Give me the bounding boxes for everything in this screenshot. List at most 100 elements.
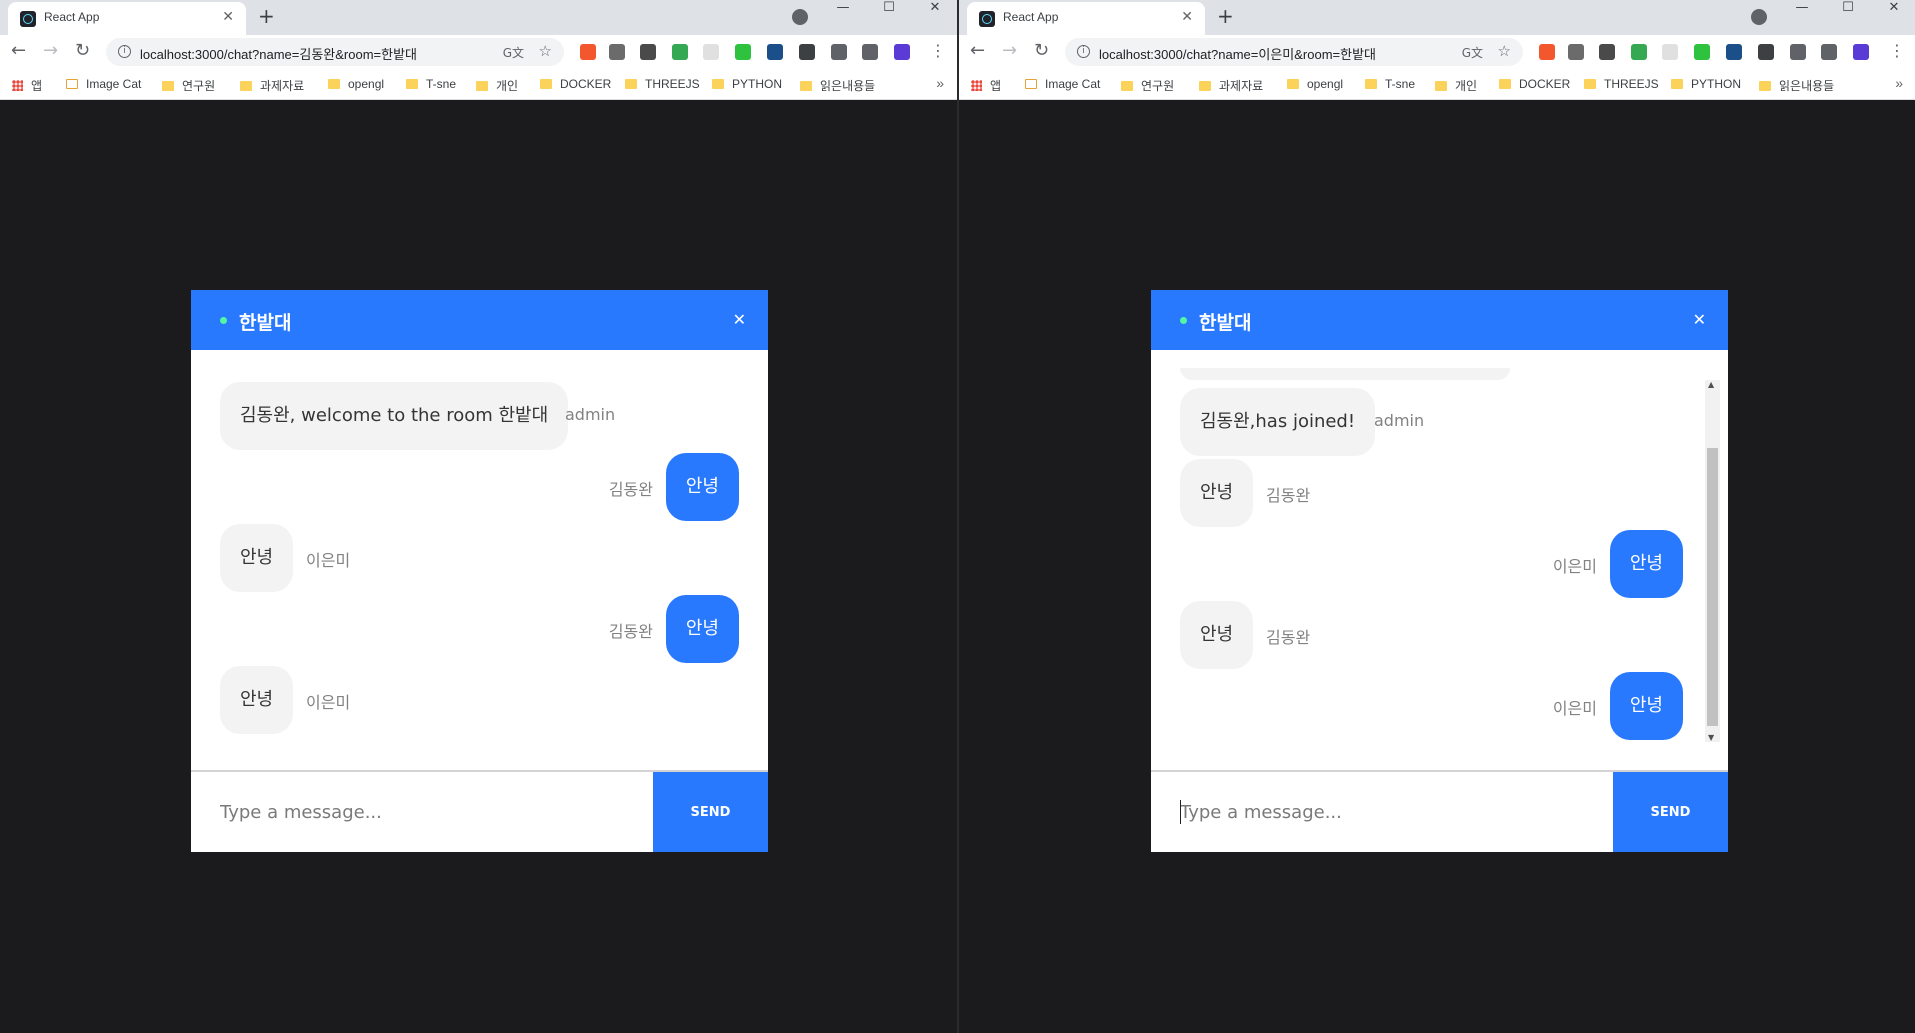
info-icon[interactable]: i [118,45,131,58]
menu-icon[interactable]: ⋮ [930,41,946,60]
info-icon[interactable]: i [1077,45,1090,58]
bookmark-folder[interactable]: 개인 [476,77,518,94]
more-bookmarks-icon[interactable]: » [1895,75,1903,91]
bookmark-folder[interactable]: 과제자료 [1199,77,1263,94]
forward-icon[interactable]: → [1002,40,1017,61]
extension-icon[interactable] [1539,44,1555,60]
bookmark-item[interactable]: Image Cat [66,77,141,91]
address-bar[interactable]: i localhost:3000/chat?name=이은미&room=한밭대 … [1065,38,1523,66]
folder-icon [406,79,418,89]
bookmark-folder[interactable]: PYTHON [1671,77,1741,91]
reload-icon[interactable]: ↻ [75,40,90,61]
bookmark-apps[interactable]: 앱 [12,77,42,94]
reading-list-icon[interactable] [1821,44,1837,60]
back-icon[interactable]: ← [970,40,985,61]
extension-icon[interactable] [672,44,688,60]
extension-icon[interactable] [580,44,596,60]
close-chat-icon[interactable]: ✕ [1693,310,1706,329]
bookmark-folder[interactable]: 과제자료 [240,77,304,94]
scroll-down-icon[interactable]: ▼ [1708,733,1714,742]
extension-icon[interactable] [1853,44,1869,60]
extension-icon[interactable] [1662,44,1678,60]
maximize-icon[interactable]: ☐ [1825,0,1871,30]
bookmark-star-icon[interactable]: ☆ [1498,42,1511,60]
maximize-icon[interactable]: ☐ [866,0,912,30]
new-tab-icon[interactable]: + [1217,4,1234,28]
address-bar[interactable]: i localhost:3000/chat?name=김동완&room=한밭대 … [106,38,564,66]
extension-icon[interactable] [1568,44,1584,60]
message-bubble: 안녕 [665,453,739,521]
bookmark-folder[interactable]: T-sne [1365,77,1415,91]
message-scrollbar[interactable]: ▲ ▼ [1705,380,1720,742]
page-icon [66,79,78,89]
message-input[interactable] [191,772,653,852]
tab-close-icon[interactable]: ✕ [1181,9,1193,25]
translate-icon[interactable]: G文 [1462,44,1483,61]
bookmark-folder[interactable]: 개인 [1435,77,1477,94]
extension-icon[interactable] [703,44,719,60]
reading-list-icon[interactable] [862,44,878,60]
chat-header: 한밭대 ✕ [1151,290,1728,350]
scroll-thumb[interactable] [1707,448,1718,726]
new-tab-icon[interactable]: + [258,4,275,28]
scroll-up-icon[interactable]: ▲ [1708,380,1714,389]
back-icon[interactable]: ← [11,40,26,61]
bookmark-folder[interactable]: 연구원 [1121,77,1174,94]
chat-container: 한밭대 ✕ 김동완,has joined! admin 안녕 김동완 안녕 이은… [1151,290,1728,852]
url-text[interactable]: localhost:3000/chat?name=김동완&room=한밭대 [140,44,417,63]
tab-close-icon[interactable]: ✕ [222,9,234,25]
extension-icon[interactable] [640,44,656,60]
browser-window-right: React App ✕ + — ☐ ✕ ← → ↻ i localhost:30… [959,0,1915,1033]
minimize-icon[interactable]: — [820,0,866,30]
extensions-puzzle-icon[interactable] [1790,44,1806,60]
extensions-puzzle-icon[interactable] [831,44,847,60]
folder-icon [240,81,252,91]
window-close-icon[interactable]: ✕ [1871,0,1915,30]
send-button[interactable]: SEND [1613,772,1728,852]
bookmark-folder[interactable]: PYTHON [712,77,782,91]
minimize-icon[interactable]: — [1779,0,1825,30]
message-bubble: 안녕 [1180,459,1254,527]
extension-icon[interactable] [1758,44,1774,60]
browser-tab[interactable]: React App ✕ [8,2,246,35]
extension-icon[interactable] [1631,44,1647,60]
extension-icon[interactable] [799,44,815,60]
bookmark-folder[interactable]: opengl [1287,77,1343,91]
tab-search-icon[interactable] [792,9,808,25]
extension-icon[interactable] [894,44,910,60]
bookmark-folder[interactable]: 연구원 [162,77,215,94]
bookmark-folder[interactable]: DOCKER [540,77,611,91]
bookmark-folder[interactable]: 읽은내용들 [1759,77,1834,94]
extension-icon[interactable] [1726,44,1742,60]
bookmark-folder[interactable]: DOCKER [1499,77,1570,91]
browser-tab[interactable]: React App ✕ [967,2,1205,35]
online-status-icon [220,317,227,324]
bookmark-star-icon[interactable]: ☆ [539,42,552,60]
menu-icon[interactable]: ⋮ [1889,41,1905,60]
forward-icon[interactable]: → [43,40,58,61]
send-button[interactable]: SEND [653,772,768,852]
browser-toolbar: ← → ↻ i localhost:3000/chat?name=이은미&roo… [959,35,1915,69]
bookmark-folder[interactable]: opengl [328,77,384,91]
more-bookmarks-icon[interactable]: » [936,75,944,91]
reload-icon[interactable]: ↻ [1034,40,1049,61]
extension-icon[interactable] [1694,44,1710,60]
window-close-icon[interactable]: ✕ [912,0,958,30]
extension-icon[interactable] [609,44,625,60]
room-name: 한밭대 [1199,312,1252,334]
bookmark-item[interactable]: Image Cat [1025,77,1100,91]
tab-search-icon[interactable] [1751,9,1767,25]
translate-icon[interactable]: G文 [503,44,524,61]
bookmark-folder[interactable]: T-sne [406,77,456,91]
extension-icon[interactable] [1599,44,1615,60]
url-text[interactable]: localhost:3000/chat?name=이은미&room=한밭대 [1099,44,1376,63]
bookmark-folder[interactable]: THREEJS [1584,77,1659,91]
message-input[interactable] [1151,772,1613,852]
bookmark-apps[interactable]: 앱 [971,77,1001,94]
extension-icon[interactable] [767,44,783,60]
clipped-message-bubble [1180,368,1510,380]
bookmark-folder[interactable]: 읽은내용들 [800,77,875,94]
bookmark-folder[interactable]: THREEJS [625,77,700,91]
extension-icon[interactable] [735,44,751,60]
close-chat-icon[interactable]: ✕ [733,310,746,329]
